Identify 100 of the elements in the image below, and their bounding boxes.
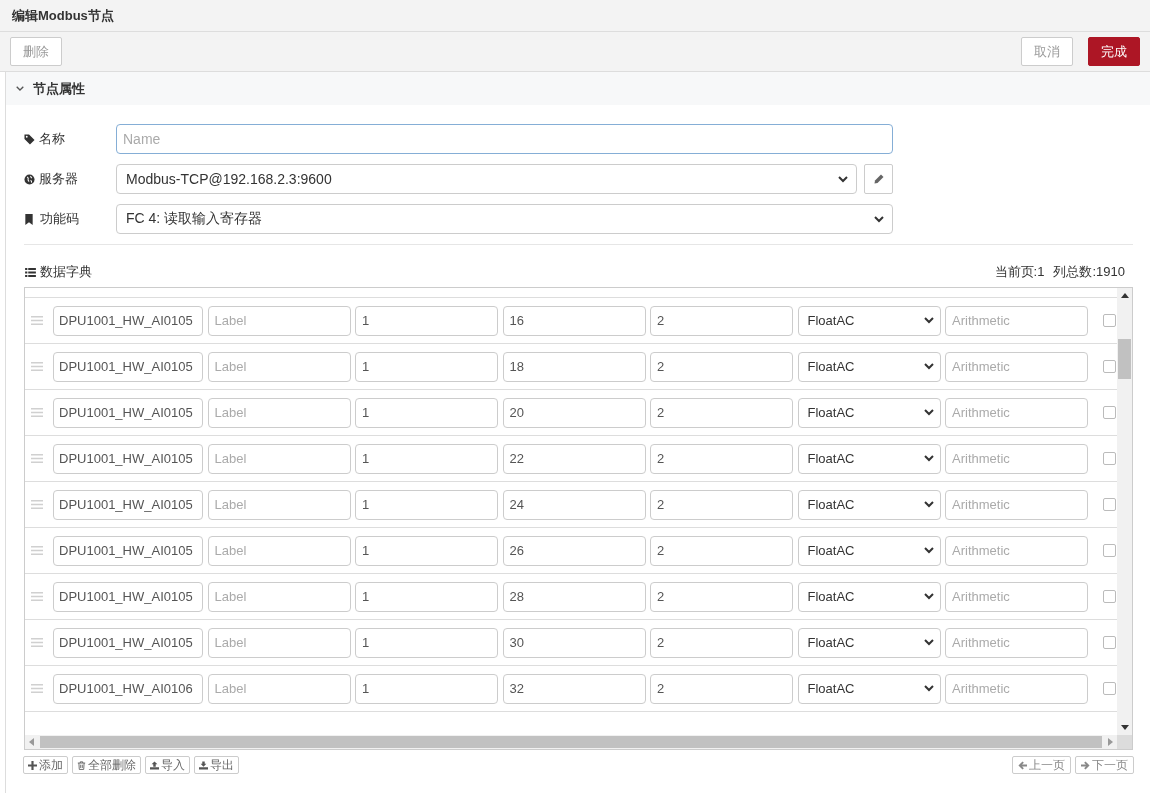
text-field[interactable]: 1 (355, 489, 498, 520)
text-field[interactable]: 16 (502, 305, 646, 336)
dropdown[interactable]: FloatAC (797, 443, 941, 474)
dropdown[interactable]: FloatAC (797, 581, 941, 612)
text-field[interactable]: Arithmetic (945, 535, 1088, 566)
function-code-dropdown[interactable]: FC 4: 读取输入寄存器 (116, 204, 893, 234)
left-arrow-icon[interactable] (29, 738, 34, 746)
server-dropdown[interactable]: Modbus-TCP@192.168.2.3:9600 (116, 164, 857, 194)
dropdown[interactable]: FloatAC (797, 535, 941, 566)
text-field[interactable]: Label (207, 351, 351, 382)
export-button[interactable]: 导出 (194, 756, 239, 774)
dropdown[interactable]: FloatAC (797, 351, 941, 382)
text-field[interactable]: 2 (650, 443, 793, 474)
drag-handle-icon[interactable] (31, 684, 43, 693)
drag-handle-icon[interactable] (31, 638, 43, 647)
text-field[interactable]: Arithmetic (945, 581, 1088, 612)
checkbox[interactable] (1102, 544, 1116, 557)
delete-all-button[interactable]: 全部删除 (72, 756, 141, 774)
drag-handle-icon[interactable] (31, 592, 43, 601)
text-field[interactable]: 24 (502, 489, 646, 520)
text-field[interactable]: 2 (650, 673, 793, 704)
text-field[interactable]: 2 (650, 305, 793, 336)
drag-handle-icon[interactable] (31, 362, 43, 371)
text-field[interactable]: DPU1001_HW_AI0105 (53, 351, 203, 382)
vertical-scrollbar[interactable] (1117, 288, 1132, 735)
text-field[interactable]: DPU1001_HW_AI0105 (53, 535, 203, 566)
checkbox[interactable] (1102, 636, 1116, 649)
checkbox[interactable] (1102, 314, 1116, 327)
text-field[interactable]: DPU1001_HW_AI0105 (53, 489, 203, 520)
import-button[interactable]: 导入 (145, 756, 190, 774)
text-field[interactable]: Label (207, 305, 351, 336)
text-field[interactable]: Arithmetic (945, 627, 1088, 658)
text-field[interactable]: Arithmetic (945, 397, 1088, 428)
text-field[interactable]: 18 (502, 351, 646, 382)
section-header[interactable]: 节点属性 (6, 72, 1150, 105)
text-field[interactable]: 20 (502, 397, 646, 428)
dropdown[interactable]: FloatAC (797, 305, 941, 336)
text-field[interactable]: DPU1001_HW_AI0106 (53, 673, 203, 704)
text-field[interactable]: DPU1001_HW_AI0105 (53, 627, 203, 658)
text-field[interactable]: Arithmetic (945, 489, 1088, 520)
text-field[interactable]: Label (207, 627, 351, 658)
done-button[interactable]: 完成 (1088, 37, 1140, 66)
checkbox[interactable] (1102, 360, 1116, 373)
text-field[interactable]: Arithmetic (945, 673, 1088, 704)
text-field[interactable]: Label (207, 489, 351, 520)
text-field[interactable]: 1 (355, 581, 498, 612)
dropdown[interactable]: FloatAC (797, 397, 941, 428)
dropdown[interactable]: FloatAC (797, 673, 941, 704)
checkbox[interactable] (1102, 452, 1116, 465)
drag-handle-icon[interactable] (31, 500, 43, 509)
checkbox[interactable] (1102, 590, 1116, 603)
text-field[interactable]: 1 (355, 305, 498, 336)
up-arrow-icon[interactable] (1120, 293, 1129, 298)
text-field[interactable]: Label (207, 673, 351, 704)
checkbox[interactable] (1102, 682, 1116, 695)
text-field[interactable]: 2 (650, 351, 793, 382)
text-field[interactable]: 1 (355, 443, 498, 474)
text-field[interactable]: 1 (355, 535, 498, 566)
text-field[interactable]: Label (207, 397, 351, 428)
checkbox[interactable] (1102, 406, 1116, 419)
previous-page-button[interactable]: 上一页 (1012, 756, 1071, 774)
text-field[interactable]: 2 (650, 397, 793, 428)
text-field[interactable]: 26 (502, 535, 646, 566)
text-field[interactable]: DPU1001_HW_AI0105 (53, 305, 203, 336)
checkbox[interactable] (1102, 498, 1116, 511)
text-field[interactable]: 1 (355, 673, 498, 704)
text-field[interactable]: 28 (502, 581, 646, 612)
text-field[interactable]: Arithmetic (945, 351, 1088, 382)
text-field[interactable]: 1 (355, 397, 498, 428)
text-field[interactable]: 32 (502, 673, 646, 704)
text-field[interactable]: 2 (650, 489, 793, 520)
add-button[interactable]: 添加 (23, 756, 68, 774)
next-page-button[interactable]: 下一页 (1075, 756, 1134, 774)
text-field[interactable]: 1 (355, 627, 498, 658)
dropdown[interactable]: FloatAC (797, 627, 941, 658)
drag-handle-icon[interactable] (31, 454, 43, 463)
drag-handle-icon[interactable] (31, 546, 43, 555)
name-input[interactable]: Name (116, 124, 893, 154)
scrollbar-thumb[interactable] (1118, 339, 1131, 379)
text-field[interactable]: Arithmetic (945, 305, 1088, 336)
scrollbar-thumb[interactable] (40, 736, 1102, 748)
text-field[interactable]: Label (207, 443, 351, 474)
text-field[interactable]: Label (207, 535, 351, 566)
text-field[interactable]: DPU1001_HW_AI0105 (53, 397, 203, 428)
right-arrow-icon[interactable] (1108, 738, 1113, 746)
text-field[interactable]: 2 (650, 581, 793, 612)
horizontal-scrollbar[interactable] (25, 735, 1117, 749)
down-arrow-icon[interactable] (1120, 725, 1129, 730)
text-field[interactable]: 1 (355, 351, 498, 382)
text-field[interactable]: 22 (502, 443, 646, 474)
drag-handle-icon[interactable] (31, 408, 43, 417)
text-field[interactable]: 2 (650, 627, 793, 658)
text-field[interactable]: Label (207, 581, 351, 612)
text-field[interactable]: DPU1001_HW_AI0105 (53, 581, 203, 612)
text-field[interactable]: 2 (650, 535, 793, 566)
text-field[interactable]: Arithmetic (945, 443, 1088, 474)
edit-button[interactable] (864, 164, 893, 194)
dropdown[interactable]: FloatAC (797, 489, 941, 520)
drag-handle-icon[interactable] (31, 316, 43, 325)
text-field[interactable]: DPU1001_HW_AI0105 (53, 443, 203, 474)
